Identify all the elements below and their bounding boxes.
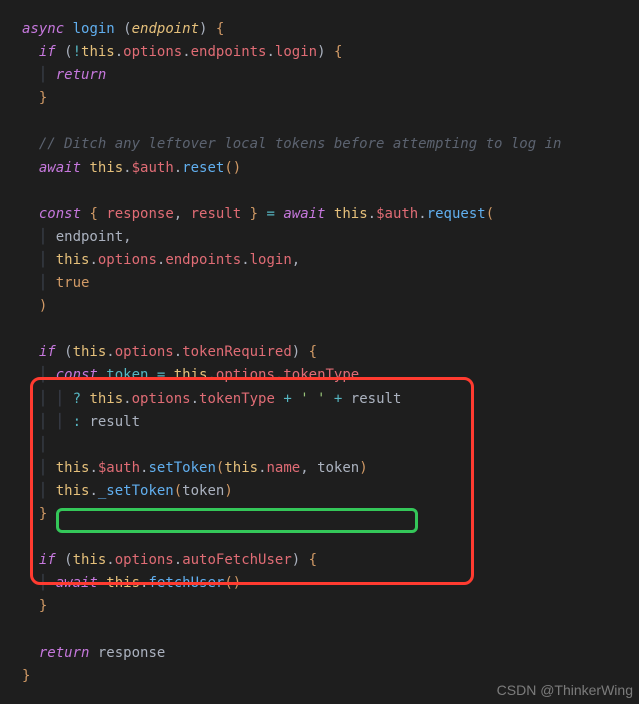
code-block: async login (endpoint) { if (!this.optio…: [22, 18, 639, 688]
kw-async: async: [22, 21, 64, 37]
watermark: CSDN @ThinkerWing: [497, 679, 633, 702]
fn-login: login: [73, 21, 115, 37]
comment: // Ditch any leftover local tokens befor…: [39, 136, 562, 152]
